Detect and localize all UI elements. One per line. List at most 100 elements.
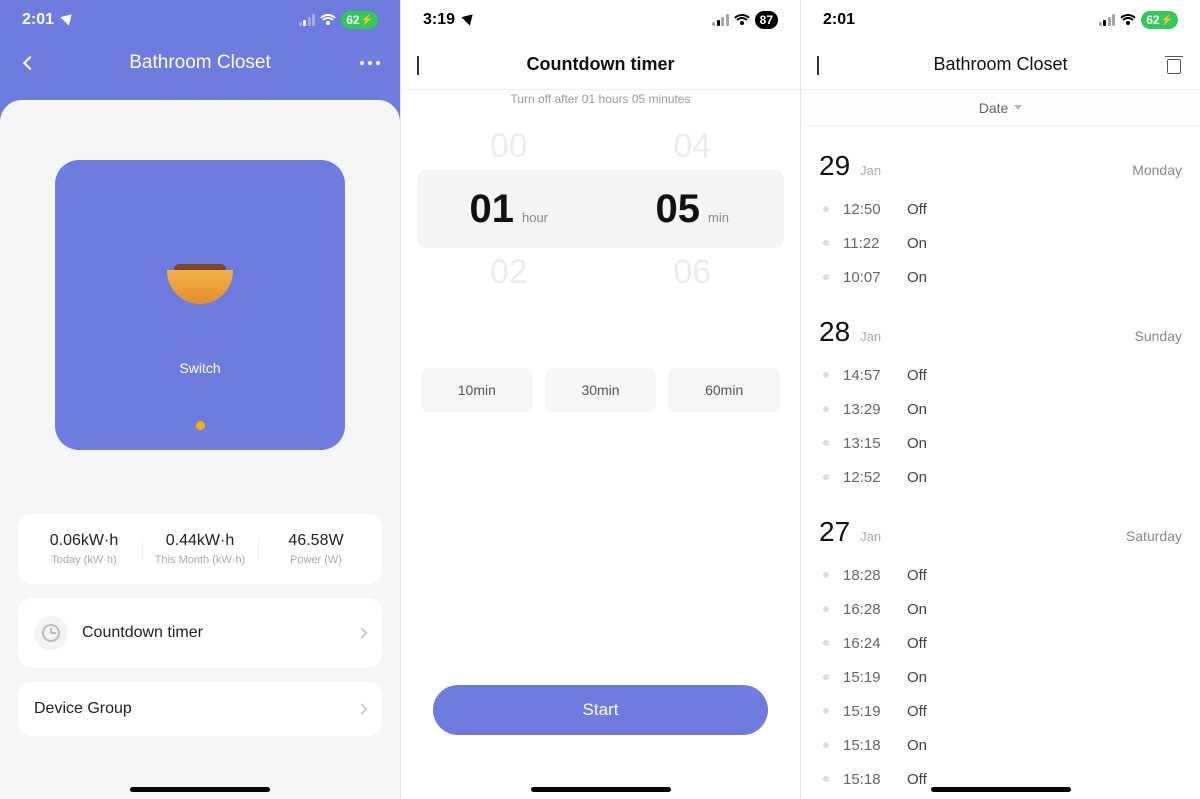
history-event[interactable]: 12:50Off: [819, 192, 1182, 226]
page-indicator-dot: [196, 421, 205, 430]
event-time: 13:15: [843, 435, 895, 452]
preset-10min[interactable]: 10min: [421, 368, 533, 412]
history-event[interactable]: 16:24Off: [819, 626, 1182, 660]
event-state: On: [907, 469, 927, 486]
event-time: 16:28: [843, 601, 895, 618]
event-state: On: [907, 401, 927, 418]
home-indicator[interactable]: [531, 787, 671, 792]
day-number: 27: [819, 516, 850, 548]
history-event[interactable]: 11:22 On: [819, 226, 1182, 260]
selected-hour: 01: [469, 187, 514, 232]
bullet-icon: [823, 240, 829, 246]
bullet-icon: [823, 742, 829, 748]
event-time: 13:29: [843, 401, 895, 418]
picker-row-selected: 01hour 05min: [417, 170, 784, 248]
wifi-icon: [319, 14, 337, 26]
bullet-icon: [823, 572, 829, 578]
event-time: 15:19: [843, 669, 895, 686]
switch-tile[interactable]: Switch: [55, 160, 345, 450]
event-time: 18:28: [843, 567, 895, 584]
subtitle: Turn off after 01 hours 05 minutes: [401, 92, 800, 106]
history-event[interactable]: 15:19 On: [819, 660, 1182, 694]
title-bar: Bathroom Closet: [801, 40, 1200, 90]
bullet-icon: [823, 372, 829, 378]
event-time: 15:18: [843, 771, 895, 788]
home-indicator[interactable]: [130, 787, 270, 792]
event-state: Off: [907, 635, 927, 652]
countdown-timer-row[interactable]: Countdown timer: [18, 598, 382, 668]
more-button[interactable]: [360, 61, 380, 65]
event-state: On: [907, 269, 927, 286]
bullet-icon: [823, 406, 829, 412]
chevron-left-icon: [817, 56, 819, 75]
history-screen: 2:01 62⚡ Bathroom Closet Date 29JanMonda…: [800, 0, 1200, 799]
event-time: 15:19: [843, 703, 895, 720]
picker-row-prev: 00 04: [417, 122, 784, 170]
title-bar: Bathroom Closet: [0, 52, 400, 74]
bullet-icon: [823, 440, 829, 446]
start-button[interactable]: Start: [433, 685, 768, 735]
event-state: Off: [907, 567, 927, 584]
day-header: 29JanMonday: [819, 150, 1182, 182]
home-indicator[interactable]: [931, 787, 1071, 792]
stats-card: 0.06kW·h Today (kW·h) 0.44kW·h This Mont…: [18, 514, 382, 584]
switch-label: Switch: [179, 360, 220, 376]
event-state: On: [907, 737, 927, 754]
location-icon: [459, 12, 476, 29]
chevron-right-icon: [358, 629, 366, 637]
history-event[interactable]: 10:07 On: [819, 260, 1182, 294]
back-button[interactable]: [417, 56, 419, 74]
bullet-icon: [823, 606, 829, 612]
history-day: 29JanMonday 12:50Off 11:22 On 10:07 On: [819, 150, 1182, 294]
row-label: Countdown timer: [82, 624, 344, 642]
time-picker[interactable]: 00 04 01hour 05min 02 06: [417, 122, 784, 296]
back-button[interactable]: [18, 51, 42, 75]
status-bar: 2:01 62⚡: [0, 0, 400, 40]
body: Switch 0.06kW·h Today (kW·h) 0.44kW·h Th…: [0, 100, 400, 799]
back-button[interactable]: [817, 56, 819, 74]
day-month: Jan: [860, 163, 881, 178]
bullet-icon: [823, 776, 829, 782]
history-event[interactable]: 18:28 Off: [819, 558, 1182, 592]
timer-icon: [34, 616, 68, 650]
history-event[interactable]: 15:19 Off: [819, 694, 1182, 728]
cellular-icon: [712, 14, 729, 26]
preset-30min[interactable]: 30min: [545, 368, 657, 412]
wifi-icon: [1119, 14, 1137, 26]
filter-label: Date: [979, 100, 1009, 116]
event-time: 10:07: [843, 269, 895, 286]
page-title: Countdown timer: [527, 54, 675, 75]
wifi-icon: [733, 14, 751, 26]
history-event[interactable]: 14:57Off: [819, 358, 1182, 392]
history-event[interactable]: 13:29 On: [819, 392, 1182, 426]
preset-row: 10min 30min 60min: [421, 368, 780, 412]
preset-60min[interactable]: 60min: [668, 368, 780, 412]
stat-month: 0.44kW·h This Month (kW·h): [142, 532, 258, 566]
delete-button[interactable]: [1166, 56, 1182, 74]
history-list[interactable]: 29JanMonday 12:50Off 11:22 On 10:07 On 28JanSu…: [801, 128, 1200, 799]
event-state: Off: [907, 703, 927, 720]
status-bar: 3:19 87: [401, 0, 800, 40]
device-group-row[interactable]: Device Group: [18, 682, 382, 736]
page-title: Bathroom Closet: [129, 52, 271, 74]
day-month: Jan: [860, 329, 881, 344]
date-filter[interactable]: Date: [801, 90, 1200, 126]
event-list: 12:50Off 11:22 On 10:07 On: [819, 192, 1182, 294]
history-event[interactable]: 15:18On: [819, 728, 1182, 762]
day-month: Jan: [860, 529, 881, 544]
history-event[interactable]: 12:52On: [819, 460, 1182, 494]
content-sheet: Switch 0.06kW·h Today (kW·h) 0.44kW·h Th…: [0, 100, 400, 799]
event-state: Off: [907, 367, 927, 384]
row-label: Device Group: [34, 700, 344, 718]
page-title: Bathroom Closet: [933, 54, 1067, 75]
event-time: 11:22: [843, 235, 895, 252]
cellular-icon: [1099, 14, 1116, 26]
battery-icon: 87: [755, 11, 778, 29]
history-event[interactable]: 13:15On: [819, 426, 1182, 460]
event-state: On: [907, 601, 927, 618]
event-state: On: [907, 235, 927, 252]
day-header: 28JanSunday: [819, 316, 1182, 348]
event-state: On: [907, 669, 927, 686]
event-state: Off: [907, 201, 927, 218]
history-event[interactable]: 16:28 On: [819, 592, 1182, 626]
